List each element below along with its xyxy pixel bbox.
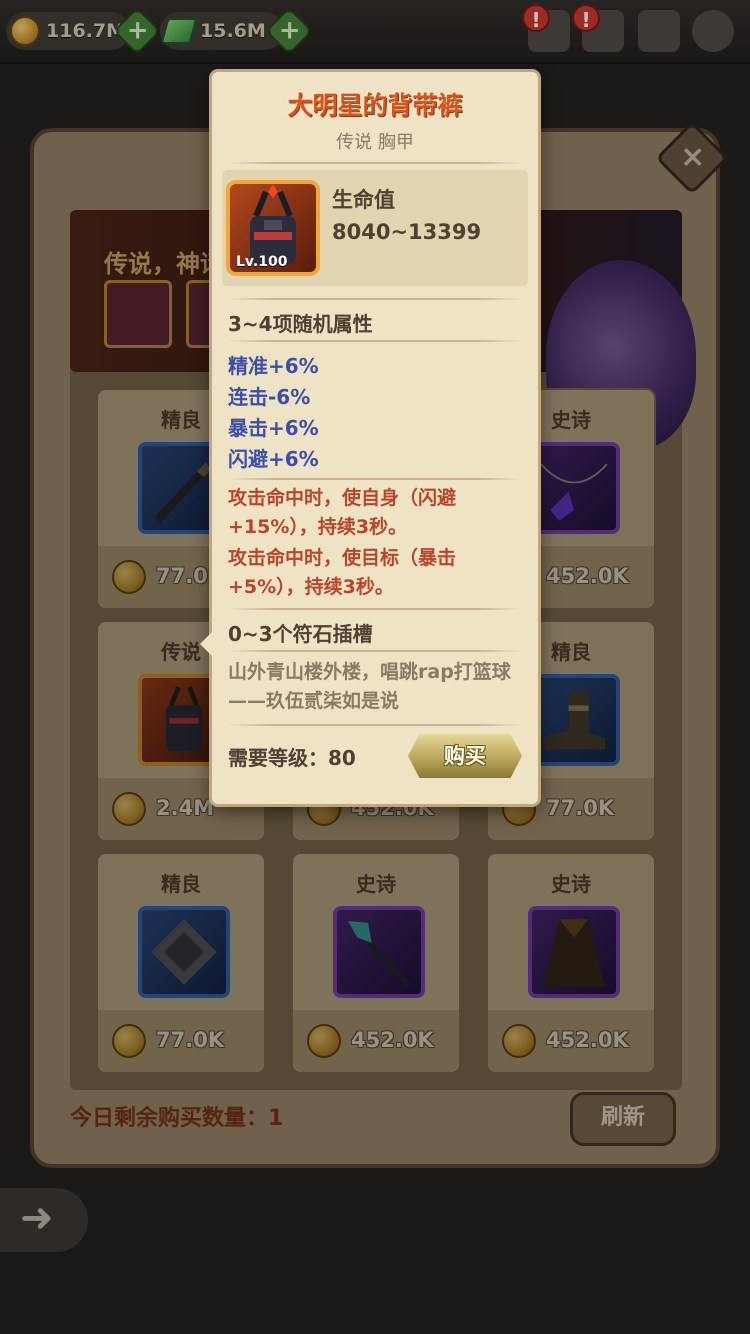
alert-badge: ! (572, 4, 600, 32)
coin-icon (112, 560, 146, 594)
price-row: 77.0K (98, 1010, 264, 1072)
cloak-icon (528, 906, 620, 998)
item-price: 452.0K (546, 1028, 629, 1052)
boots-icon (528, 674, 620, 766)
necklace-icon (528, 442, 620, 534)
rune-socket-text: 0~3个符石插槽 (228, 622, 373, 646)
divider (228, 724, 522, 726)
item-price: 77.0K (546, 796, 615, 820)
item-name: 大明星的背带裤 (287, 91, 463, 120)
resource-bar: 116.7M + 15.6M + ! ! (0, 0, 750, 64)
item-tooltip: 大明星的背带裤 传说 胸甲 Lv.100 生命值 8040~13399 3~4项… (200, 72, 538, 804)
close-button[interactable]: × (655, 121, 729, 195)
effect-text: 攻击命中时，使目标（暴击+5%），持续3秒。 (228, 547, 457, 598)
gem-shield-icon (138, 906, 230, 998)
divider (228, 608, 522, 610)
price-row: 452.0K (293, 1010, 459, 1072)
banner-text: 传说，神话 (104, 250, 224, 278)
remaining-purchases: 今日剩余购买数量：1 (70, 1106, 284, 1131)
coin-icon (112, 792, 146, 826)
shop-item-card[interactable]: 史诗 452.0K (291, 852, 461, 1074)
attribute-line: 精准+6% (228, 354, 319, 378)
coin-icon (502, 1024, 536, 1058)
back-button[interactable]: ➜ (0, 1188, 88, 1252)
stat-name: 生命值 (332, 188, 395, 212)
gold-coin-icon (10, 16, 40, 46)
shop-item-card[interactable]: 史诗 452.0K (486, 852, 656, 1074)
attribute-line: 闪避+6% (228, 447, 319, 471)
banner-item-slot[interactable] (104, 280, 172, 348)
close-icon: × (680, 139, 706, 175)
staff-icon (333, 906, 425, 998)
refresh-button[interactable]: 刷新 (570, 1092, 676, 1146)
item-level: Lv.100 (236, 254, 288, 270)
item-price: 452.0K (546, 564, 629, 588)
item-price: 2.4M (156, 796, 215, 820)
item-rarity: 史诗 (356, 872, 396, 896)
gold-counter: 116.7M (6, 12, 130, 50)
attribute-line: 连击-6% (228, 385, 311, 409)
coin-icon (112, 1024, 146, 1058)
divider (228, 162, 522, 164)
shop-item-card[interactable]: 精良 77.0K (96, 852, 266, 1074)
item-price: 77.0K (156, 1028, 225, 1052)
divider (228, 298, 522, 300)
item-type: 传说 胸甲 (336, 132, 414, 153)
arrow-right-icon: ➜ (20, 1195, 54, 1241)
buy-button[interactable]: 购买 (408, 734, 522, 778)
stat-value: 8040~13399 (332, 220, 482, 244)
gem-amount: 15.6M (200, 20, 266, 42)
flavor-text: 山外青山楼外楼，唱跳rap打篮球——玖伍贰柒如是说 (228, 661, 511, 712)
price-row: 452.0K (488, 1010, 654, 1072)
effect-text: 攻击命中时，使自身（闪避+15%），持续3秒。 (228, 487, 457, 538)
divider (228, 650, 522, 652)
item-rarity: 史诗 (551, 872, 591, 896)
plus-icon: + (126, 15, 149, 46)
plus-icon: + (278, 15, 301, 46)
gem-icon (160, 18, 198, 44)
level-requirement: 需要等级：80 (228, 746, 356, 770)
gear-icon[interactable] (692, 10, 734, 52)
random-attributes-title: 3~4项随机属性 (228, 312, 373, 336)
divider (228, 340, 522, 342)
mail-icon[interactable] (638, 10, 680, 52)
alert-badge: ! (522, 4, 550, 32)
gem-counter: 15.6M (160, 12, 284, 50)
coin-icon (307, 1024, 341, 1058)
item-price: 452.0K (351, 1028, 434, 1052)
gold-amount: 116.7M (46, 20, 126, 42)
divider (228, 478, 522, 480)
attribute-line: 暴击+6% (228, 416, 319, 440)
item-rarity: 精良 (161, 872, 201, 896)
overalls-icon: Lv.100 (226, 180, 320, 276)
